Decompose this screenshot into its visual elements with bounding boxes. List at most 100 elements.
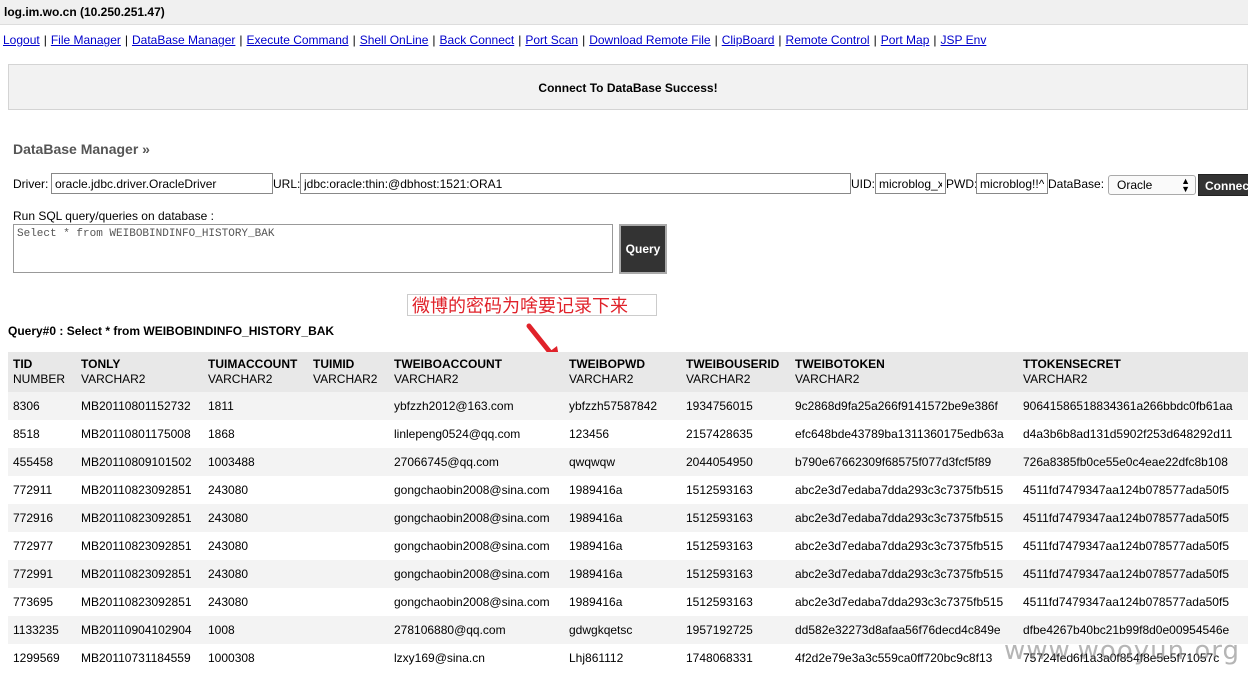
table-cell: 4511fd7479347aa124b078577ada50f5 [1018,588,1248,616]
column-type: VARCHAR2 [394,372,459,386]
table-cell: 1989416a [564,560,681,588]
title-bar [0,0,1248,25]
nav-clipboard[interactable]: ClipBoard [722,33,775,47]
table-cell: 1000308 [203,644,308,672]
table-row: 772916 MB20110823092851 243080 gongchaobin2… [8,504,1248,532]
table-cell: 772916 [8,504,76,532]
column-name: TUIMACCOUNT [208,357,298,371]
column-header: TID NUMBER [8,352,76,392]
uid-label: UID: [851,177,875,191]
url-label: URL: [273,177,301,191]
nav-back-connect[interactable]: Back Connect [440,33,515,47]
query-result-title: Query#0 : Select * from WEIBOBINDINFO_HI… [8,324,335,338]
table-cell: gongchaobin2008@sina.com [389,476,564,504]
nav-shell-online[interactable]: Shell OnLine [360,33,429,47]
table-cell: 4511fd7479347aa124b078577ada50f5 [1018,532,1248,560]
column-name: TONLY [81,357,121,371]
table-cell: 1989416a [564,476,681,504]
table-cell [308,616,389,644]
table-cell: abc2e3d7edaba7dda293c3c7375fb515 [790,532,1018,560]
table-cell: gongchaobin2008@sina.com [389,588,564,616]
nav-execute-command[interactable]: Execute Command [247,33,349,47]
column-type: VARCHAR2 [569,372,634,386]
table-cell: 772977 [8,532,76,560]
query-button[interactable]: Query [619,224,667,274]
table-cell [308,448,389,476]
column-name: TWEIBOPWD [569,357,645,371]
table-row: 772991 MB20110823092851 243080 gongchaobin2… [8,560,1248,588]
table-cell: MB20110904102904 [76,616,203,644]
host-title: log.im.wo.cn (10.250.251.47) [4,5,165,19]
table-cell: 4f2d2e79e3a3c559ca0ff720bc9c8f13 [790,644,1018,672]
table-cell: 123456 [564,420,681,448]
table-cell: 90641586518834361a266bbdc0fb61aa [1018,392,1248,420]
column-header: TONLY VARCHAR2 [76,352,203,392]
status-message-box: Connect To DataBase Success! [8,64,1248,110]
nav-logout[interactable]: Logout [3,33,40,47]
table-cell: MB20110823092851 [76,588,203,616]
table-row: 455458 MB20110809101502 1003488 27066745@qq… [8,448,1248,476]
table-cell: b790e67662309f68575f077d3fcf5f89 [790,448,1018,476]
table-cell: MB20110823092851 [76,560,203,588]
nav-remote-control[interactable]: Remote Control [786,33,870,47]
table-cell: MB20110823092851 [76,532,203,560]
table-cell: ybfzzh57587842 [564,392,681,420]
table-cell: MB20110801175008 [76,420,203,448]
table-cell: 243080 [203,560,308,588]
column-header: TUIMACCOUNT VARCHAR2 [203,352,308,392]
table-cell: 4511fd7479347aa124b078577ada50f5 [1018,476,1248,504]
table-cell: MB20110823092851 [76,476,203,504]
database-selected-value: Oracle [1117,178,1153,192]
column-name: TID [13,357,33,371]
table-cell [308,532,389,560]
nav-file-manager[interactable]: File Manager [51,33,121,47]
table-cell: 1748068331 [681,644,790,672]
table-cell: abc2e3d7edaba7dda293c3c7375fb515 [790,504,1018,532]
table-cell: d4a3b6b8ad131d5902f253d648292d11 [1018,420,1248,448]
nav-port-scan[interactable]: Port Scan [525,33,578,47]
table-cell: 8306 [8,392,76,420]
table-cell: MB20110809101502 [76,448,203,476]
table-cell: abc2e3d7edaba7dda293c3c7375fb515 [790,588,1018,616]
column-type: VARCHAR2 [208,372,273,386]
select-arrows-icon: ▲ ▼ [1181,176,1190,194]
nav-download-remote-file[interactable]: Download Remote File [589,33,710,47]
nav-port-map[interactable]: Port Map [881,33,930,47]
column-header: TWEIBOACCOUNT VARCHAR2 [389,352,564,392]
nav-database-manager[interactable]: DataBase Manager [132,33,235,47]
table-cell: 1299569 [8,644,76,672]
table-cell: 1989416a [564,532,681,560]
table-cell: abc2e3d7edaba7dda293c3c7375fb515 [790,560,1018,588]
table-cell: 1868 [203,420,308,448]
table-row: 8518 MB20110801175008 1868 linlepeng0524@qq… [8,420,1248,448]
table-cell: dd582e32273d8afaa56f76decd4c849e [790,616,1018,644]
table-cell [308,644,389,672]
table-cell: 1512593163 [681,476,790,504]
driver-label: Driver: [13,177,49,191]
table-cell: MB20110801152732 [76,392,203,420]
column-header: TWEIBOUSERID VARCHAR2 [681,352,790,392]
table-cell: MB20110731184559 [76,644,203,672]
column-type: VARCHAR2 [686,372,751,386]
database-select[interactable]: Oracle ▲ ▼ [1108,175,1196,195]
column-type: NUMBER [13,372,66,386]
nav-jsp-env[interactable]: JSP Env [941,33,987,47]
table-cell: 1512593163 [681,504,790,532]
column-type: VARCHAR2 [795,372,860,386]
column-header: TUIMID VARCHAR2 [308,352,389,392]
column-type: VARCHAR2 [313,372,378,386]
connect-button[interactable]: Connect [1198,174,1248,196]
table-cell: gdwgkqetsc [564,616,681,644]
table-cell [308,392,389,420]
table-cell [308,420,389,448]
column-header: TTOKENSECRET VARCHAR2 [1018,352,1248,392]
table-cell [308,476,389,504]
driver-input[interactable] [51,173,273,194]
uid-input[interactable] [875,173,946,194]
table-cell: 243080 [203,532,308,560]
sql-textarea[interactable]: Select * from WEIBOBINDINFO_HISTORY_BAK [13,224,613,273]
url-input[interactable] [300,173,851,194]
table-cell: linlepeng0524@qq.com [389,420,564,448]
pwd-input[interactable] [976,173,1048,194]
table-cell: 278106880@qq.com [389,616,564,644]
